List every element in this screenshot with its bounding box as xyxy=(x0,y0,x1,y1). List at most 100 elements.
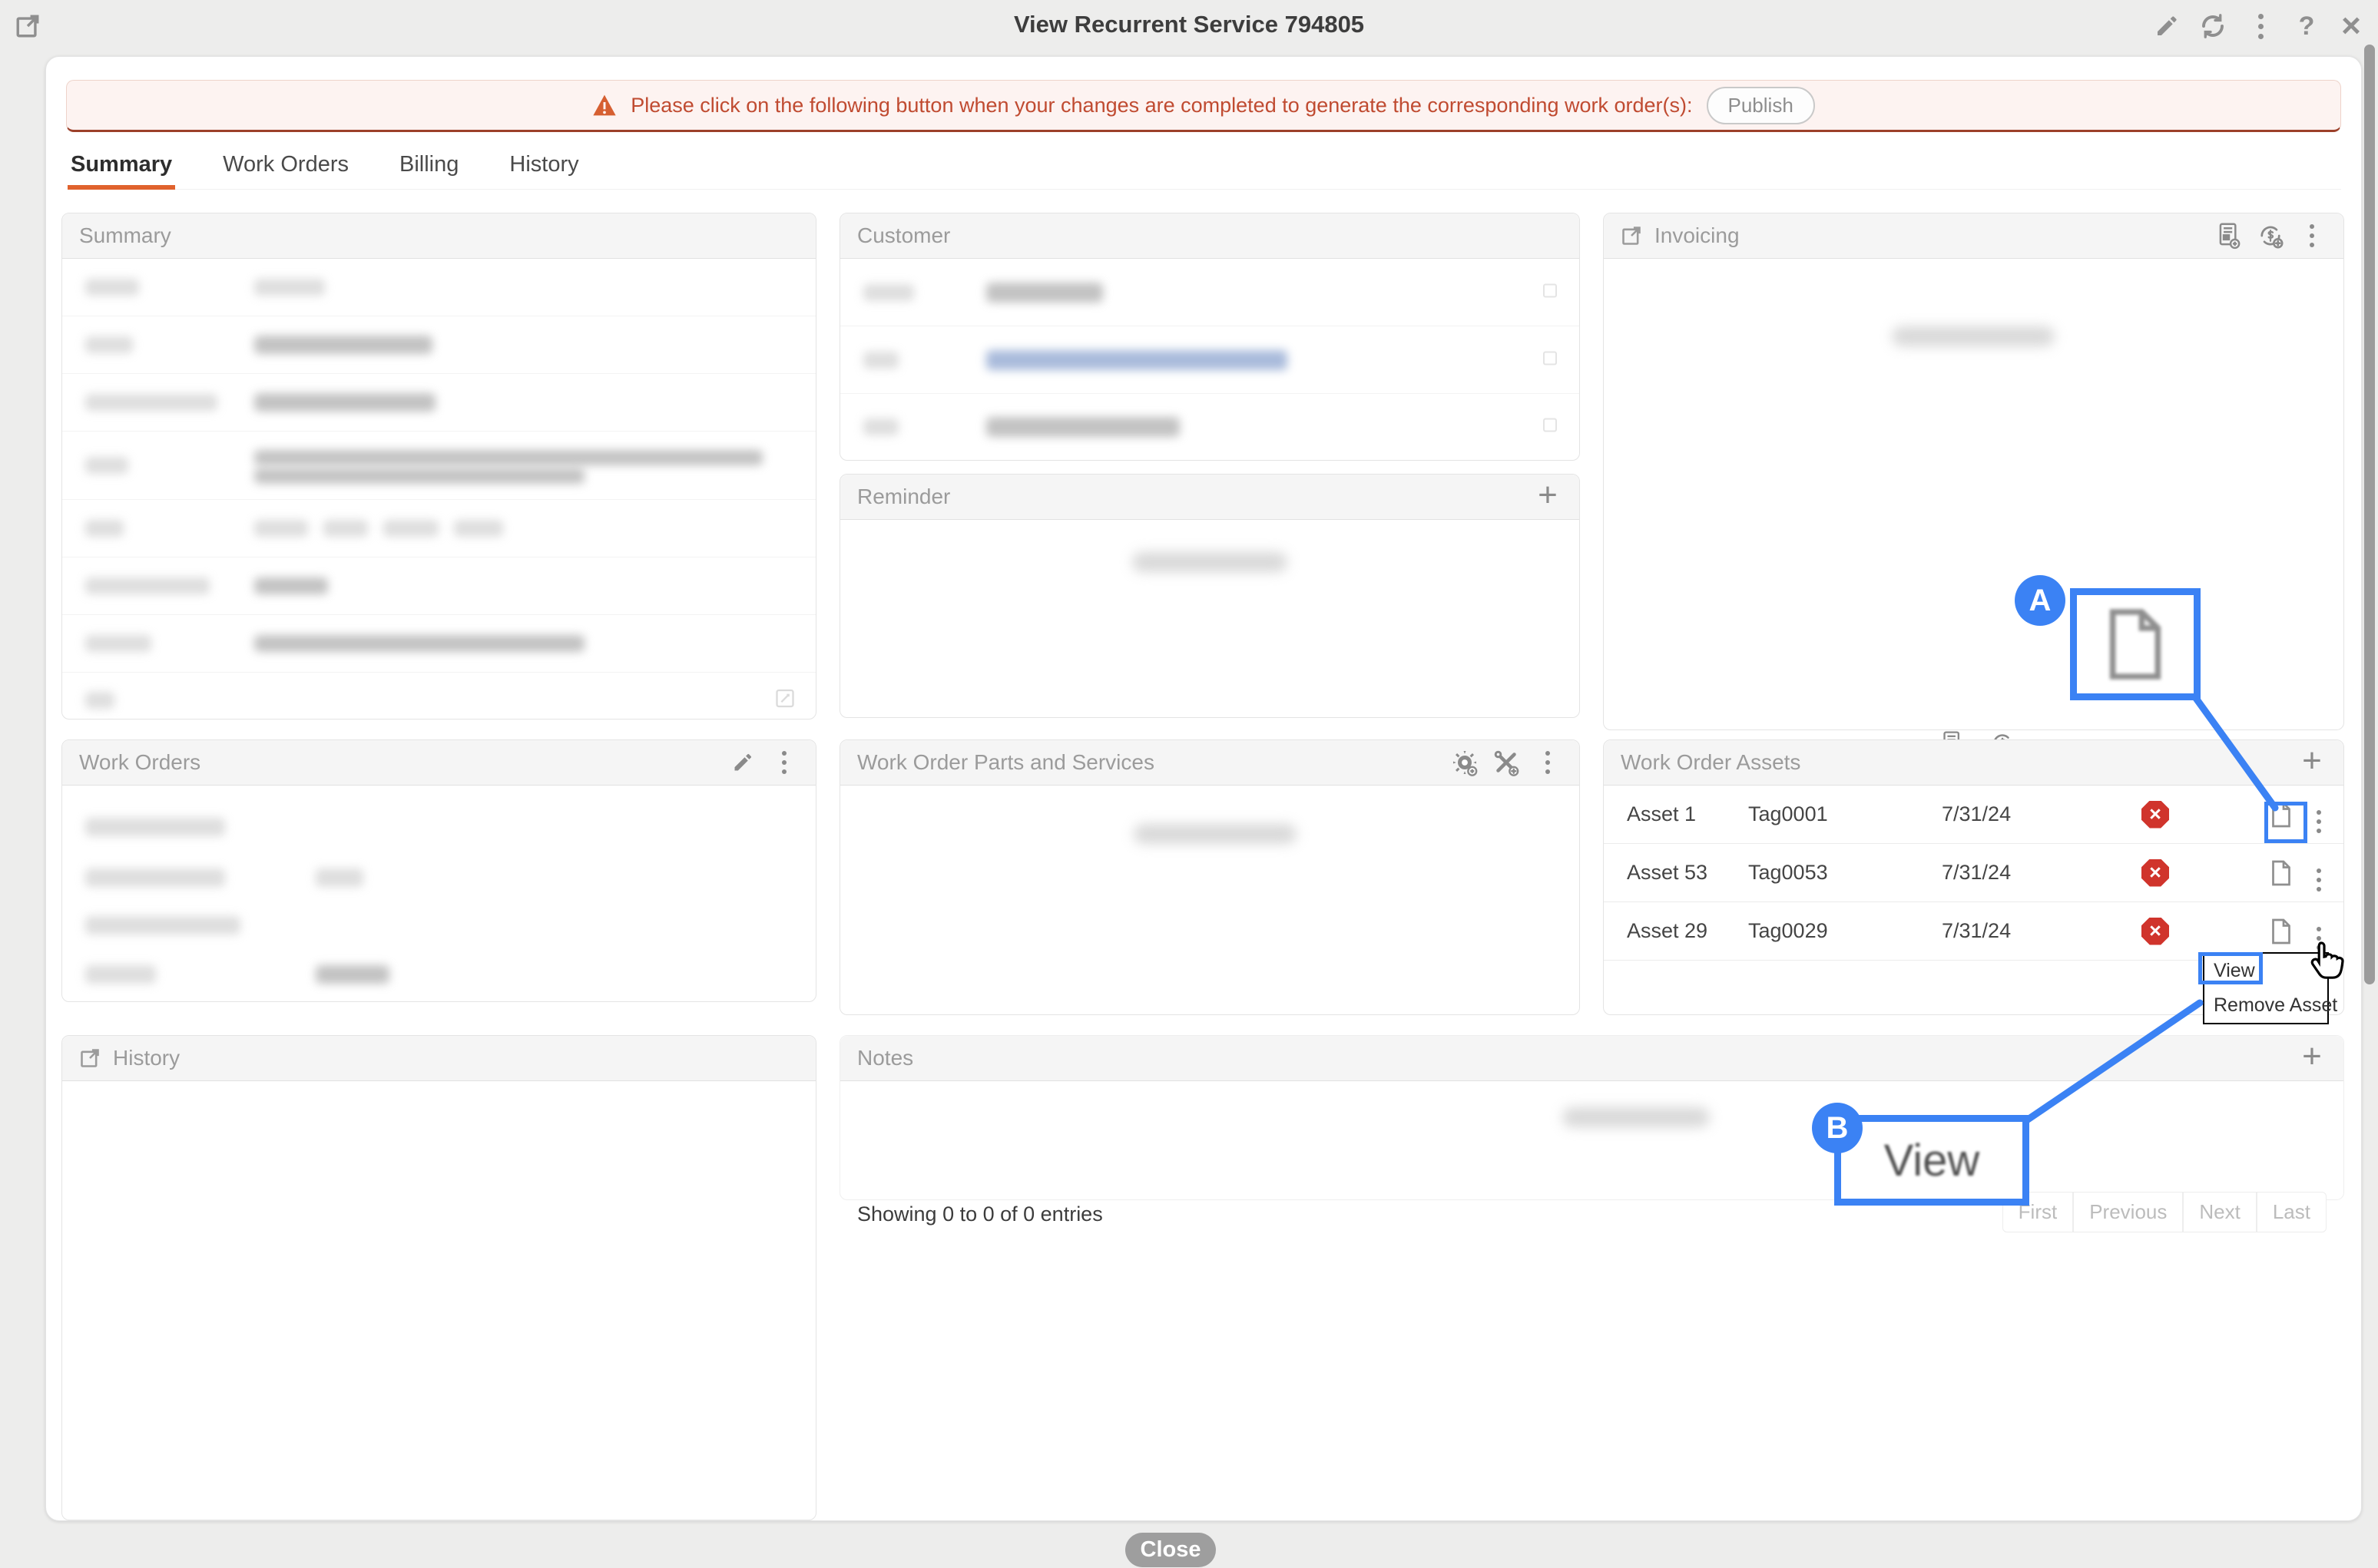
edit-icon[interactable] xyxy=(2151,11,2182,41)
edit-work-orders-icon[interactable] xyxy=(728,748,757,777)
more-options-icon[interactable] xyxy=(2245,11,2276,41)
magnified-document-icon xyxy=(2103,604,2168,684)
open-history-icon[interactable] xyxy=(79,1047,101,1069)
invoicing-panel-title: Invoicing xyxy=(1654,223,1740,248)
no-data-placeholder xyxy=(1134,824,1297,844)
add-asset-icon[interactable]: + xyxy=(2297,748,2327,777)
annotation-a-box xyxy=(2070,588,2201,700)
notes-panel-title: Notes xyxy=(857,1046,913,1070)
asset-tag: Tag0001 xyxy=(1748,802,1828,826)
notes-panel-header: Notes + xyxy=(840,1036,2343,1081)
reminder-panel-title: Reminder xyxy=(857,485,950,509)
annotation-a-target-box xyxy=(2264,802,2307,843)
annotation-b-box: View xyxy=(1834,1115,2029,1206)
page-title: View Recurrent Service 794805 xyxy=(0,11,2378,38)
asset-remove-icon[interactable]: × xyxy=(2141,859,2169,887)
asset-remove-icon[interactable]: × xyxy=(2141,918,2169,945)
history-panel-title: History xyxy=(113,1046,180,1070)
customer-row-icon[interactable] xyxy=(1541,281,1559,303)
annotation-b-badge: B xyxy=(1812,1103,1863,1153)
asset-row[interactable]: Asset 1 Tag0001 7/31/24 × xyxy=(1604,786,2343,844)
tab-summary[interactable]: Summary xyxy=(68,147,175,189)
customer-panel: Customer xyxy=(840,213,1580,461)
summary-panel-body xyxy=(62,259,816,728)
notes-panel-body: Showing 0 to 0 of 0 entries First Previo… xyxy=(840,1081,2343,1199)
no-data-placeholder xyxy=(1132,552,1287,572)
asset-menu-icon[interactable] xyxy=(2317,855,2321,892)
no-data-placeholder xyxy=(1892,326,2055,346)
work-orders-panel-body xyxy=(62,786,816,1001)
pagination: First Previous Next Last xyxy=(2002,1192,2327,1232)
asset-name: Asset 29 xyxy=(1627,919,1707,943)
vertical-scrollbar[interactable] xyxy=(2364,45,2375,984)
close-button[interactable]: Close xyxy=(1125,1533,1216,1567)
summary-edit-icon[interactable] xyxy=(774,688,796,713)
context-menu-remove-asset[interactable]: Remove Asset xyxy=(2204,988,2327,1023)
invoicing-panel: Invoicing xyxy=(1603,213,2344,730)
asset-document-icon[interactable] xyxy=(2266,855,2297,891)
banner-message: Please click on the following button whe… xyxy=(631,94,1692,117)
pagination-previous-button[interactable]: Previous xyxy=(2073,1192,2183,1232)
asset-date: 7/31/24 xyxy=(1942,861,2011,885)
work-orders-menu-icon[interactable] xyxy=(770,748,799,777)
tab-bar: Summary Work Orders Billing History xyxy=(68,147,2341,190)
open-invoicing-icon[interactable] xyxy=(1621,225,1642,246)
parts-services-panel-header: Work Order Parts and Services xyxy=(840,740,1579,786)
summary-panel-header: Summary xyxy=(62,213,816,259)
assets-panel-title: Work Order Assets xyxy=(1621,750,1800,775)
parts-services-panel-title: Work Order Parts and Services xyxy=(857,750,1154,775)
asset-date: 7/31/24 xyxy=(1942,802,2011,826)
create-invoice-icon[interactable] xyxy=(2214,221,2244,250)
asset-row[interactable]: Asset 53 Tag0053 7/31/24 × xyxy=(1604,844,2343,902)
asset-menu-icon[interactable] xyxy=(2317,796,2321,833)
warning-icon xyxy=(592,94,617,117)
customer-row-icon[interactable] xyxy=(1541,349,1559,371)
parts-services-menu-icon[interactable] xyxy=(1533,748,1562,777)
history-panel-header: History xyxy=(62,1036,816,1081)
add-service-icon[interactable] xyxy=(1492,748,1521,777)
invoicing-panel-header: Invoicing xyxy=(1604,213,2343,259)
magnified-view-label: View xyxy=(1884,1135,1980,1186)
tab-history[interactable]: History xyxy=(506,147,581,189)
screen: View Recurrent Service 794805 ? × Please… xyxy=(0,0,2378,1568)
no-data-placeholder xyxy=(1562,1107,1710,1127)
customer-panel-header: Customer xyxy=(840,213,1579,259)
asset-name: Asset 1 xyxy=(1627,802,1696,826)
parts-services-panel: Work Order Parts and Services xyxy=(840,739,1580,1015)
reminder-panel-header: Reminder + xyxy=(840,475,1579,520)
reminder-panel: Reminder + xyxy=(840,474,1580,718)
customer-panel-body xyxy=(840,259,1579,460)
asset-date: 7/31/24 xyxy=(1942,919,2011,943)
invoicing-panel-body xyxy=(1604,259,2343,729)
add-note-icon[interactable]: + xyxy=(2297,1044,2327,1073)
asset-remove-icon[interactable]: × xyxy=(2141,801,2169,829)
main-card: Please click on the following button whe… xyxy=(45,56,2362,1521)
history-panel: History xyxy=(61,1035,816,1520)
assets-panel-body: Asset 1 Tag0001 7/31/24 × Asset 53 Tag00… xyxy=(1604,786,2343,961)
work-orders-panel-header: Work Orders xyxy=(62,740,816,786)
customer-row-icon[interactable] xyxy=(1541,416,1559,438)
close-window-icon[interactable]: × xyxy=(2336,11,2366,41)
tab-work-orders[interactable]: Work Orders xyxy=(220,147,352,189)
pagination-last-button[interactable]: Last xyxy=(2257,1192,2327,1232)
refresh-icon[interactable] xyxy=(2197,11,2228,41)
customer-panel-title: Customer xyxy=(857,223,950,248)
asset-tag: Tag0053 xyxy=(1748,861,1828,885)
work-orders-panel: Work Orders xyxy=(61,739,816,1002)
recurring-payment-icon[interactable] xyxy=(2256,221,2285,250)
entries-count-label: Showing 0 to 0 of 0 entries xyxy=(857,1202,1103,1226)
pagination-next-button[interactable]: Next xyxy=(2183,1192,2256,1232)
help-icon[interactable]: ? xyxy=(2291,11,2322,41)
asset-document-icon[interactable] xyxy=(2266,914,2297,949)
work-orders-panel-title: Work Orders xyxy=(79,750,200,775)
add-part-icon[interactable] xyxy=(1450,748,1479,777)
reminder-panel-body xyxy=(840,520,1579,716)
annotation-b-target-box xyxy=(2198,952,2263,984)
invoicing-menu-icon[interactable] xyxy=(2297,221,2327,250)
asset-tag: Tag0029 xyxy=(1748,919,1828,943)
mouse-cursor xyxy=(2306,938,2346,985)
top-bar: View Recurrent Service 794805 ? × xyxy=(0,0,2378,48)
add-reminder-icon[interactable]: + xyxy=(1533,482,1562,511)
publish-button[interactable]: Publish xyxy=(1707,87,1815,124)
tab-billing[interactable]: Billing xyxy=(396,147,462,189)
